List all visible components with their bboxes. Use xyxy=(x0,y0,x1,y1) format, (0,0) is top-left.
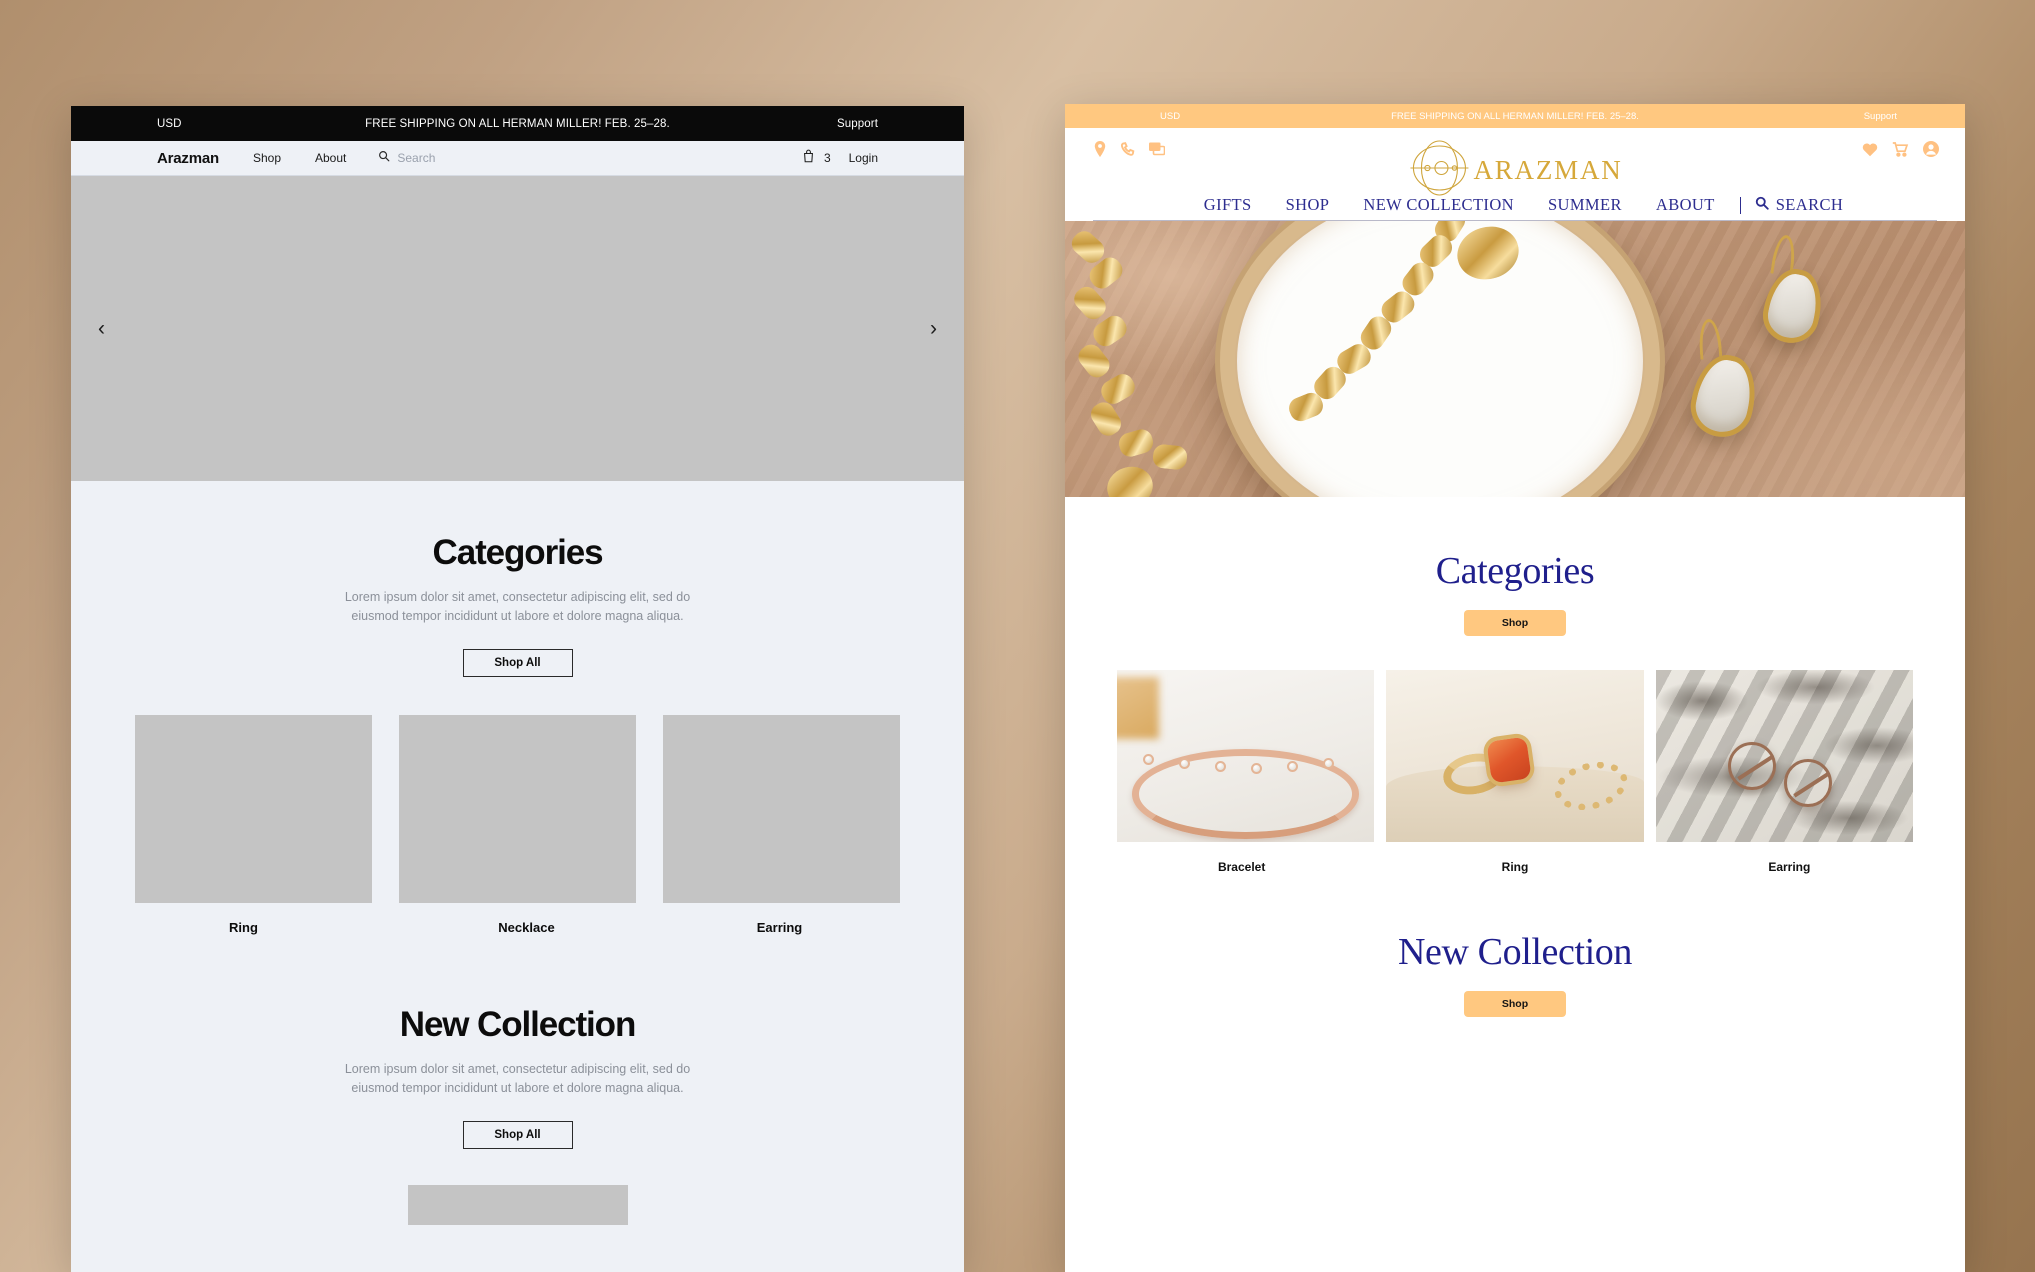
wireframe-new-collection-section: New Collection Lorem ipsum dolor sit ame… xyxy=(71,935,964,1225)
phone-icon[interactable] xyxy=(1120,141,1135,162)
cart-icon[interactable] xyxy=(1892,141,1909,162)
search-icon xyxy=(378,149,390,167)
bracelet-photo xyxy=(1117,670,1375,842)
new-collection-image-placeholder xyxy=(407,1184,628,1225)
category-image-placeholder xyxy=(399,714,636,903)
support-link[interactable]: Support xyxy=(837,118,878,130)
mockup-categories-section: Categories Shop Bracelet Ring Earring xyxy=(1065,497,1965,874)
promo-message: FREE SHIPPING ON ALL HERMAN MILLER! FEB.… xyxy=(365,117,670,130)
wireframe-navbar: Arazman Shop About Search 3 Login xyxy=(71,141,964,176)
cart-icon[interactable] xyxy=(802,149,815,168)
category-card[interactable]: Earring xyxy=(1655,670,1913,874)
nav-link-new-collection[interactable]: NEW COLLECTION xyxy=(1346,195,1531,215)
navbar-actions: 3 Login xyxy=(802,149,878,168)
categories-heading: Categories xyxy=(1435,550,1595,592)
carousel-prev-icon[interactable]: ‹ xyxy=(98,318,105,339)
category-label: Earring xyxy=(756,919,803,935)
new-collection-heading: New Collection xyxy=(399,1004,637,1044)
search-icon xyxy=(1755,196,1769,215)
cart-count: 3 xyxy=(823,151,831,165)
arazman-emblem-icon xyxy=(1407,138,1471,203)
category-image xyxy=(1117,670,1375,842)
carousel-next-icon[interactable]: › xyxy=(930,318,937,339)
brand-logo[interactable]: ARAZMAN xyxy=(1407,138,1622,203)
mockup-main-nav: GIFTS SHOP NEW COLLECTION SUMMER ABOUT S… xyxy=(1065,195,1965,215)
nav-link-summer[interactable]: SUMMER xyxy=(1531,195,1639,215)
nav-divider xyxy=(1739,196,1741,214)
new-collection-heading: New Collection xyxy=(1398,931,1632,973)
nav-link-about[interactable]: ABOUT xyxy=(1639,195,1732,215)
new-collection-shop-all-button[interactable]: Shop All xyxy=(462,1120,573,1149)
header-utility-right xyxy=(1862,141,1939,162)
heart-icon[interactable] xyxy=(1862,142,1878,162)
hero-earring-upper xyxy=(1757,233,1829,349)
categories-shop-button[interactable]: Shop xyxy=(1464,610,1566,636)
location-pin-icon[interactable] xyxy=(1093,141,1107,162)
category-label: Earring xyxy=(1768,860,1811,874)
mockup-hero-image xyxy=(1065,221,1965,497)
categories-subtitle: Lorem ipsum dolor sit amet, consectetur … xyxy=(344,590,691,624)
nav-link-gifts[interactable]: GIFTS xyxy=(1187,195,1269,215)
login-link[interactable]: Login xyxy=(849,151,878,165)
category-image xyxy=(1655,670,1913,842)
promo-message: FREE SHIPPING ON ALL HERMAN MILLER! FEB.… xyxy=(1391,110,1639,122)
mockup-announcement-bar: USD FREE SHIPPING ON ALL HERMAN MILLER! … xyxy=(1065,104,1965,128)
currency-selector[interactable]: USD xyxy=(157,118,182,130)
category-image-placeholder xyxy=(135,714,372,903)
account-icon[interactable] xyxy=(1923,141,1939,162)
earring-photo xyxy=(1655,670,1913,842)
brand-logo-text: ARAZMAN xyxy=(1473,155,1623,185)
wireframe-categories-section: Categories Lorem ipsum dolor sit amet, c… xyxy=(71,481,964,935)
nav-link-about[interactable]: About xyxy=(315,151,346,165)
new-collection-subtitle: Lorem ipsum dolor sit amet, consectetur … xyxy=(344,1061,691,1096)
wireframe-announcement-bar: USD FREE SHIPPING ON ALL HERMAN MILLER! … xyxy=(71,106,964,141)
category-label: Ring xyxy=(229,919,258,935)
category-card[interactable]: Ring xyxy=(1386,670,1644,874)
category-card[interactable]: Earring xyxy=(663,714,900,935)
wireframe-panel: USD FREE SHIPPING ON ALL HERMAN MILLER! … xyxy=(71,106,964,1272)
search-placeholder-text: Search xyxy=(397,151,436,165)
category-image-placeholder xyxy=(663,714,900,903)
category-card[interactable]: Necklace xyxy=(399,714,636,935)
categories-heading: Categories xyxy=(432,533,604,572)
categories-card-grid: Bracelet Ring Earring xyxy=(1065,670,1965,874)
wireframe-hero-carousel: ‹ › xyxy=(71,176,964,481)
support-link[interactable]: Support xyxy=(1864,111,1897,122)
nav-link-shop[interactable]: SHOP xyxy=(1269,195,1347,215)
mockup-new-collection-section: New Collection Shop xyxy=(1065,874,1965,1017)
category-label: Ring xyxy=(1501,860,1529,874)
categories-shop-all-button[interactable]: Shop All xyxy=(462,648,573,677)
category-label: Necklace xyxy=(498,919,555,935)
hero-earring-lower xyxy=(1685,318,1763,443)
category-label: Bracelet xyxy=(1217,860,1266,874)
search-label: SEARCH xyxy=(1775,195,1844,214)
categories-card-grid: Ring Necklace Earring xyxy=(71,714,964,935)
mockup-panel: USD FREE SHIPPING ON ALL HERMAN MILLER! … xyxy=(1065,104,1965,1272)
brand-logo[interactable]: Arazman xyxy=(157,150,219,167)
category-card[interactable]: Ring xyxy=(135,714,372,935)
new-collection-shop-button[interactable]: Shop xyxy=(1464,991,1566,1017)
category-image xyxy=(1386,670,1644,842)
currency-selector[interactable]: USD xyxy=(1160,111,1180,122)
category-card[interactable]: Bracelet xyxy=(1117,670,1375,874)
nav-link-shop[interactable]: Shop xyxy=(253,151,281,165)
search-field[interactable]: Search xyxy=(378,149,435,167)
mockup-header: ARAZMAN GIFTS SHOP NEW COLLECTION SUMMER… xyxy=(1065,128,1965,221)
ring-photo xyxy=(1386,670,1644,842)
chat-icon[interactable] xyxy=(1149,142,1166,162)
header-utility-left xyxy=(1093,141,1166,162)
search-button[interactable]: SEARCH xyxy=(1749,195,1844,215)
